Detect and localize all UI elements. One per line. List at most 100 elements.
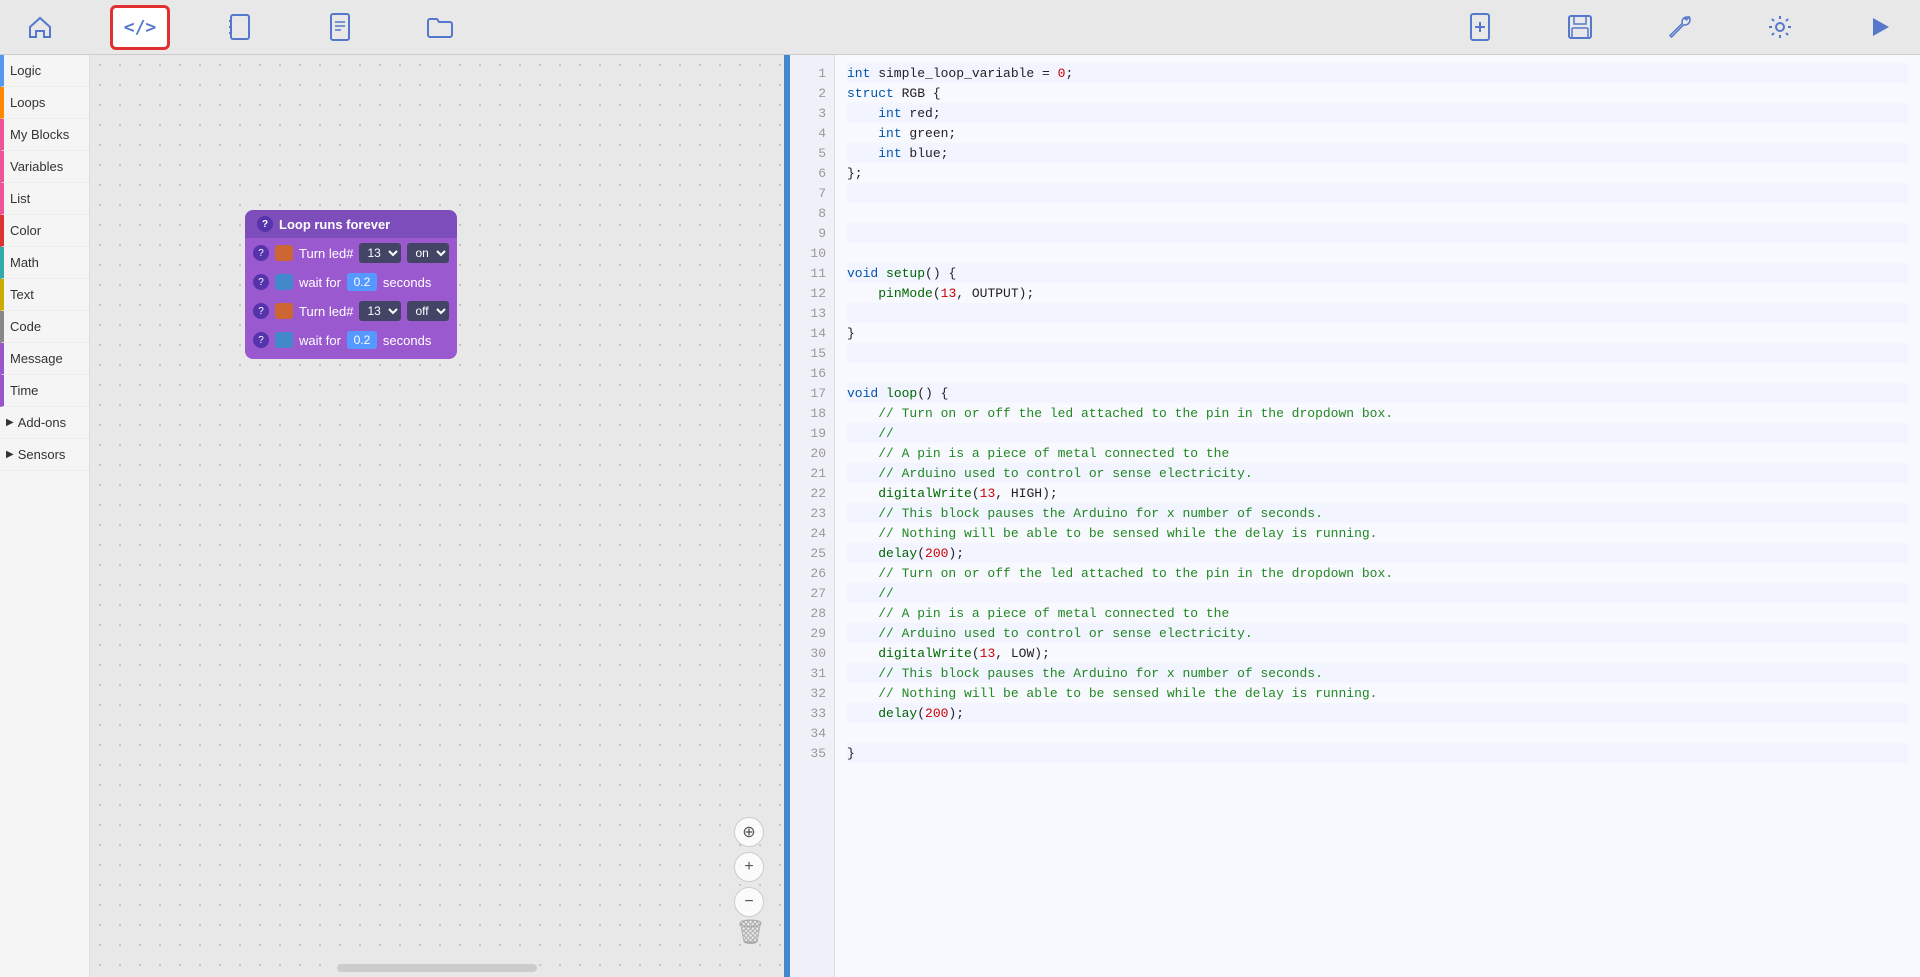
token: setup xyxy=(886,266,925,281)
save-button[interactable] xyxy=(1550,5,1610,50)
sidebar-item-message[interactable]: Message xyxy=(0,343,89,375)
sidebar-item-sensors[interactable]: ▶ Sensors xyxy=(0,439,89,471)
sidebar-item-code[interactable]: Code xyxy=(0,311,89,343)
new-doc-button[interactable] xyxy=(1450,5,1510,50)
token: // Nothing will be able to be sensed whi… xyxy=(847,526,1378,541)
token xyxy=(847,126,878,141)
code-button[interactable]: </> xyxy=(110,5,170,50)
token: delay xyxy=(878,546,917,561)
block-help-header[interactable]: ? xyxy=(257,216,273,232)
panel-divider[interactable] xyxy=(784,55,790,977)
token: ( xyxy=(972,646,980,661)
sidebar-item-loops[interactable]: Loops xyxy=(0,87,89,119)
token: 0 xyxy=(1058,66,1066,81)
token: ( xyxy=(972,486,980,501)
canvas-area[interactable]: ? Loop runs forever ? Turn led# 13 on xyxy=(90,55,784,977)
code-lines[interactable]: int simple_loop_variable = 0; struct RGB … xyxy=(835,55,1920,977)
token xyxy=(847,486,878,501)
code-line-28: // A pin is a piece of metal connected t… xyxy=(847,603,1908,623)
led-icon-1 xyxy=(275,245,293,261)
code-line-23: // This block pauses the Arduino for x n… xyxy=(847,503,1908,523)
zoom-out-button[interactable]: − xyxy=(734,887,764,917)
line-number-13: 13 xyxy=(790,303,826,323)
token: , OUTPUT); xyxy=(956,286,1034,301)
token: ( xyxy=(933,286,941,301)
sidebar-item-my-blocks[interactable]: My Blocks xyxy=(0,119,89,151)
block-help-3[interactable]: ? xyxy=(253,303,269,319)
wait-text-2: wait for xyxy=(299,333,341,348)
gear-button[interactable] xyxy=(1750,5,1810,50)
sidebar-item-text[interactable]: Text xyxy=(0,279,89,311)
token: 13 xyxy=(980,646,996,661)
token: RGB { xyxy=(894,86,941,101)
token: int xyxy=(847,66,870,81)
token: ( xyxy=(917,706,925,721)
token: struct xyxy=(847,86,894,101)
line-number-16: 16 xyxy=(790,363,826,383)
wait-value-2[interactable]: 0.2 xyxy=(347,331,377,349)
line-number-30: 30 xyxy=(790,643,826,663)
token: } xyxy=(847,746,855,761)
code-line-34 xyxy=(847,723,1908,743)
sensors-label: Sensors xyxy=(18,447,66,462)
code-line-26: // Turn on or off the led attached to th… xyxy=(847,563,1908,583)
token: ); xyxy=(948,706,964,721)
sidebar-item-math[interactable]: Math xyxy=(0,247,89,279)
sidebar-item-time[interactable]: Time xyxy=(0,375,89,407)
token: // This block pauses the Arduino for x n… xyxy=(847,506,1323,521)
blocks-container: ? Loop runs forever ? Turn led# 13 on xyxy=(245,210,457,359)
line-number-12: 12 xyxy=(790,283,826,303)
folder-button[interactable] xyxy=(410,5,470,50)
block-row-wait-1: ? wait for 0.2 seconds xyxy=(245,268,457,296)
line-number-1: 1 xyxy=(790,63,826,83)
block-help-4[interactable]: ? xyxy=(253,332,269,348)
canvas-controls: ⊕ + − xyxy=(734,817,764,917)
sidebar-item-variables[interactable]: Variables xyxy=(0,151,89,183)
line-number-20: 20 xyxy=(790,443,826,463)
block-group: ? Loop runs forever ? Turn led# 13 on xyxy=(245,210,457,359)
wait-icon-1 xyxy=(275,274,293,290)
code-line-7 xyxy=(847,183,1908,203)
sidebar-item-add-ons[interactable]: ▶ Add-ons xyxy=(0,407,89,439)
block-row-led-on: ? Turn led# 13 on xyxy=(245,238,457,268)
block-help-2[interactable]: ? xyxy=(253,274,269,290)
line-number-27: 27 xyxy=(790,583,826,603)
sensors-arrow: ▶ xyxy=(6,449,14,460)
led-state-dropdown-2[interactable]: off xyxy=(407,301,449,321)
token xyxy=(878,386,886,401)
code-content: 1234567891011121314151617181920212223242… xyxy=(790,55,1920,977)
code-line-10 xyxy=(847,243,1908,263)
code-line-1: int simple_loop_variable = 0; xyxy=(847,63,1908,83)
led-number-dropdown-2[interactable]: 13 xyxy=(359,301,401,321)
export-button[interactable] xyxy=(1850,5,1910,50)
token: = xyxy=(1042,66,1058,81)
wait-value-1[interactable]: 0.2 xyxy=(347,273,377,291)
line-number-14: 14 xyxy=(790,323,826,343)
code-line-31: // This block pauses the Arduino for x n… xyxy=(847,663,1908,683)
code-line-35: } xyxy=(847,743,1908,763)
crosshair-button[interactable]: ⊕ xyxy=(734,817,764,847)
led-number-dropdown-1[interactable]: 13 xyxy=(359,243,401,263)
zoom-in-button[interactable]: + xyxy=(734,852,764,882)
block-help-1[interactable]: ? xyxy=(253,245,269,261)
sidebar-item-color[interactable]: Color xyxy=(0,215,89,247)
code-line-19: // xyxy=(847,423,1908,443)
token: void xyxy=(847,386,878,401)
token: // Nothing will be able to be sensed whi… xyxy=(847,686,1378,701)
token: // Arduino used to control or sense elec… xyxy=(847,626,1253,641)
token: 13 xyxy=(941,286,957,301)
home-button[interactable] xyxy=(10,5,70,50)
token: digitalWrite xyxy=(878,646,972,661)
led-state-dropdown-1[interactable]: on xyxy=(407,243,449,263)
sidebar-item-logic[interactable]: Logic xyxy=(0,55,89,87)
line-number-6: 6 xyxy=(790,163,826,183)
wrench-button[interactable] xyxy=(1650,5,1710,50)
trash-button[interactable]: 🗑 xyxy=(736,918,766,947)
line-number-11: 11 xyxy=(790,263,826,283)
code-line-25: delay(200); xyxy=(847,543,1908,563)
sidebar-item-list[interactable]: List xyxy=(0,183,89,215)
horizontal-scrollbar[interactable] xyxy=(337,964,537,972)
document-button[interactable] xyxy=(310,5,370,50)
line-number-19: 19 xyxy=(790,423,826,443)
notebook-button[interactable] xyxy=(210,5,270,50)
